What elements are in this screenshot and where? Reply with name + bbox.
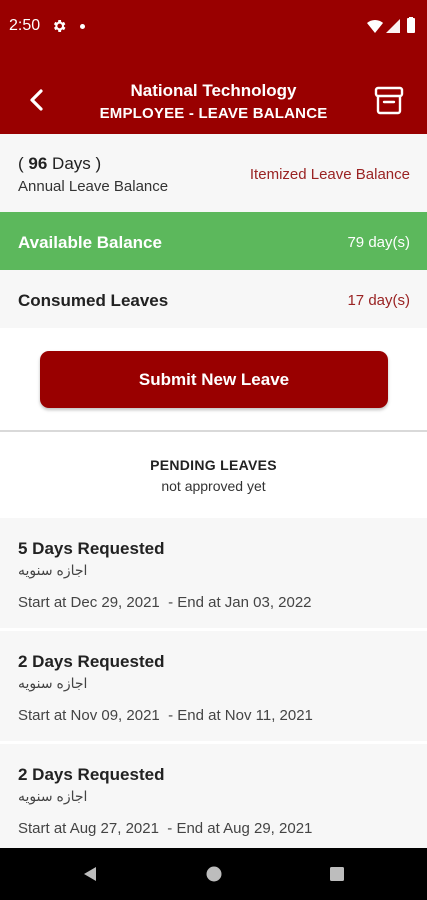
leave-request-card[interactable]: 2 Days Requested اجازه سنويه Start at No… xyxy=(0,631,427,741)
leave-days-requested: 2 Days Requested xyxy=(18,765,165,784)
section-divider xyxy=(0,430,427,432)
days-suffix: Days ) xyxy=(47,154,102,173)
days-open-paren: ( xyxy=(18,154,29,173)
system-status-icons xyxy=(367,17,415,33)
total-days: ( 96 Days ) xyxy=(18,154,101,174)
leave-days-requested: 5 Days Requested xyxy=(18,539,165,558)
leave-request-card[interactable]: 5 Days Requested اجازه سنويه Start at De… xyxy=(0,518,427,628)
pending-leaves-title: PENDING LEAVES xyxy=(150,457,277,473)
system-navigation-bar xyxy=(0,848,427,900)
notification-dot-icon xyxy=(80,24,85,29)
status-bar: 2:50 xyxy=(0,0,427,56)
leave-dates: Start at Nov 09, 2021 - End at Nov 11, 2… xyxy=(18,707,313,724)
consumed-leaves-label: Consumed Leaves xyxy=(18,291,169,310)
leave-type: اجازه سنويه xyxy=(18,675,88,691)
consumed-leaves-value: 17 day(s) xyxy=(347,292,410,309)
battery-icon xyxy=(407,18,415,33)
leave-type: اجازه سنويه xyxy=(18,562,88,578)
available-balance-row: Available Balance 79 day(s) xyxy=(0,212,427,270)
annual-leave-label: Annual Leave Balance xyxy=(18,178,169,195)
app-bar: National Technology EMPLOYEE - LEAVE BAL… xyxy=(0,56,427,134)
settings-icon xyxy=(53,20,66,32)
pending-leaves-list: 5 Days Requested اجازه سنويه Start at De… xyxy=(0,518,427,857)
home-circle-icon[interactable] xyxy=(205,865,223,883)
available-balance-label: Available Balance xyxy=(18,233,162,252)
total-days-value: 96 xyxy=(28,154,48,173)
leave-dates: Start at Dec 29, 2021 - End at Jan 03, 2… xyxy=(18,594,312,611)
pending-leaves-header: PENDING LEAVES not approved yet xyxy=(0,457,427,494)
submit-new-leave-button[interactable]: Submit New Leave xyxy=(40,351,388,408)
page-subtitle: EMPLOYEE - LEAVE BALANCE xyxy=(99,105,328,122)
annual-leave-summary: ( 96 Days ) Annual Leave Balance Itemize… xyxy=(0,134,427,212)
status-time: 2:50 xyxy=(9,17,41,34)
available-balance-value: 79 day(s) xyxy=(347,234,410,251)
itemized-leave-balance-link[interactable]: Itemized Leave Balance xyxy=(250,166,410,183)
leave-days-requested: 2 Days Requested xyxy=(18,652,165,671)
signal-icon xyxy=(386,19,400,33)
recents-square-icon[interactable] xyxy=(328,865,346,883)
leave-dates: Start at Aug 27, 2021 - End at Aug 29, 2… xyxy=(18,820,313,837)
back-triangle-icon[interactable] xyxy=(81,865,99,883)
pending-leaves-subtitle: not approved yet xyxy=(161,478,266,494)
leave-request-card[interactable]: 2 Days Requested اجازه سنويه Start at Au… xyxy=(0,744,427,854)
consumed-leaves-row: Consumed Leaves 17 day(s) xyxy=(0,270,427,328)
archive-box-icon[interactable] xyxy=(373,84,405,116)
leave-type: اجازه سنويه xyxy=(18,788,88,804)
wifi-icon xyxy=(367,19,383,33)
company-title: National Technology xyxy=(130,81,297,100)
